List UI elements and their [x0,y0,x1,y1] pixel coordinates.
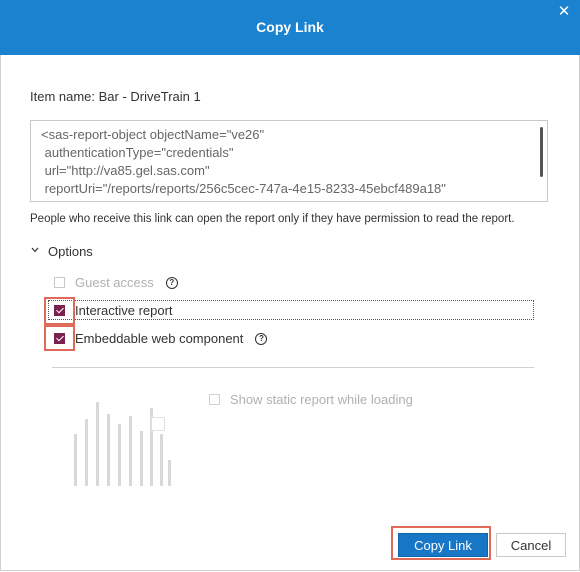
static-report-option: Show static report while loading [209,392,413,407]
permission-note: People who receive this link can open th… [30,213,515,225]
guest-access-checkbox [54,277,65,288]
static-report-checkbox [209,394,220,405]
guest-access-label: Guest access [75,275,154,290]
cancel-button[interactable]: Cancel [496,533,566,557]
highlight-box-copy-link [391,526,491,560]
highlight-box-interactive [44,297,75,325]
guest-access-option: Guest access ? [54,275,178,290]
chevron-down-icon [31,247,39,253]
interactive-report-label: Interactive report [75,303,173,318]
static-report-label: Show static report while loading [230,392,413,407]
options-header-label: Options [48,244,93,259]
dialog-title-bar: Copy Link ✕ [0,0,580,55]
embeddable-component-label: Embeddable web component [75,331,244,346]
embed-code-textarea[interactable]: <sas-report-object objectName="ve26" aut… [30,120,548,202]
embeddable-component-option[interactable]: Embeddable web component ? [54,331,268,346]
code-line-2: authenticationType="credentials" [41,145,234,160]
close-icon[interactable]: ✕ [554,2,574,22]
code-line-3: url="http://va85.gel.sas.com" [41,163,210,178]
divider [52,367,534,368]
help-icon[interactable]: ? [165,276,178,289]
help-icon[interactable]: ? [255,332,268,345]
options-toggle[interactable]: Options [31,244,93,259]
highlight-box-embeddable [44,325,75,351]
code-line-1: <sas-report-object objectName="ve26" [41,127,265,142]
code-scrollbar[interactable] [540,127,543,177]
code-line-4: reportUri="/reports/reports/256c5cec-747… [41,181,446,196]
item-name-label: Item name: Bar - DriveTrain 1 [30,89,201,104]
dialog-title: Copy Link [256,19,324,35]
report-preview-icon [65,400,185,486]
